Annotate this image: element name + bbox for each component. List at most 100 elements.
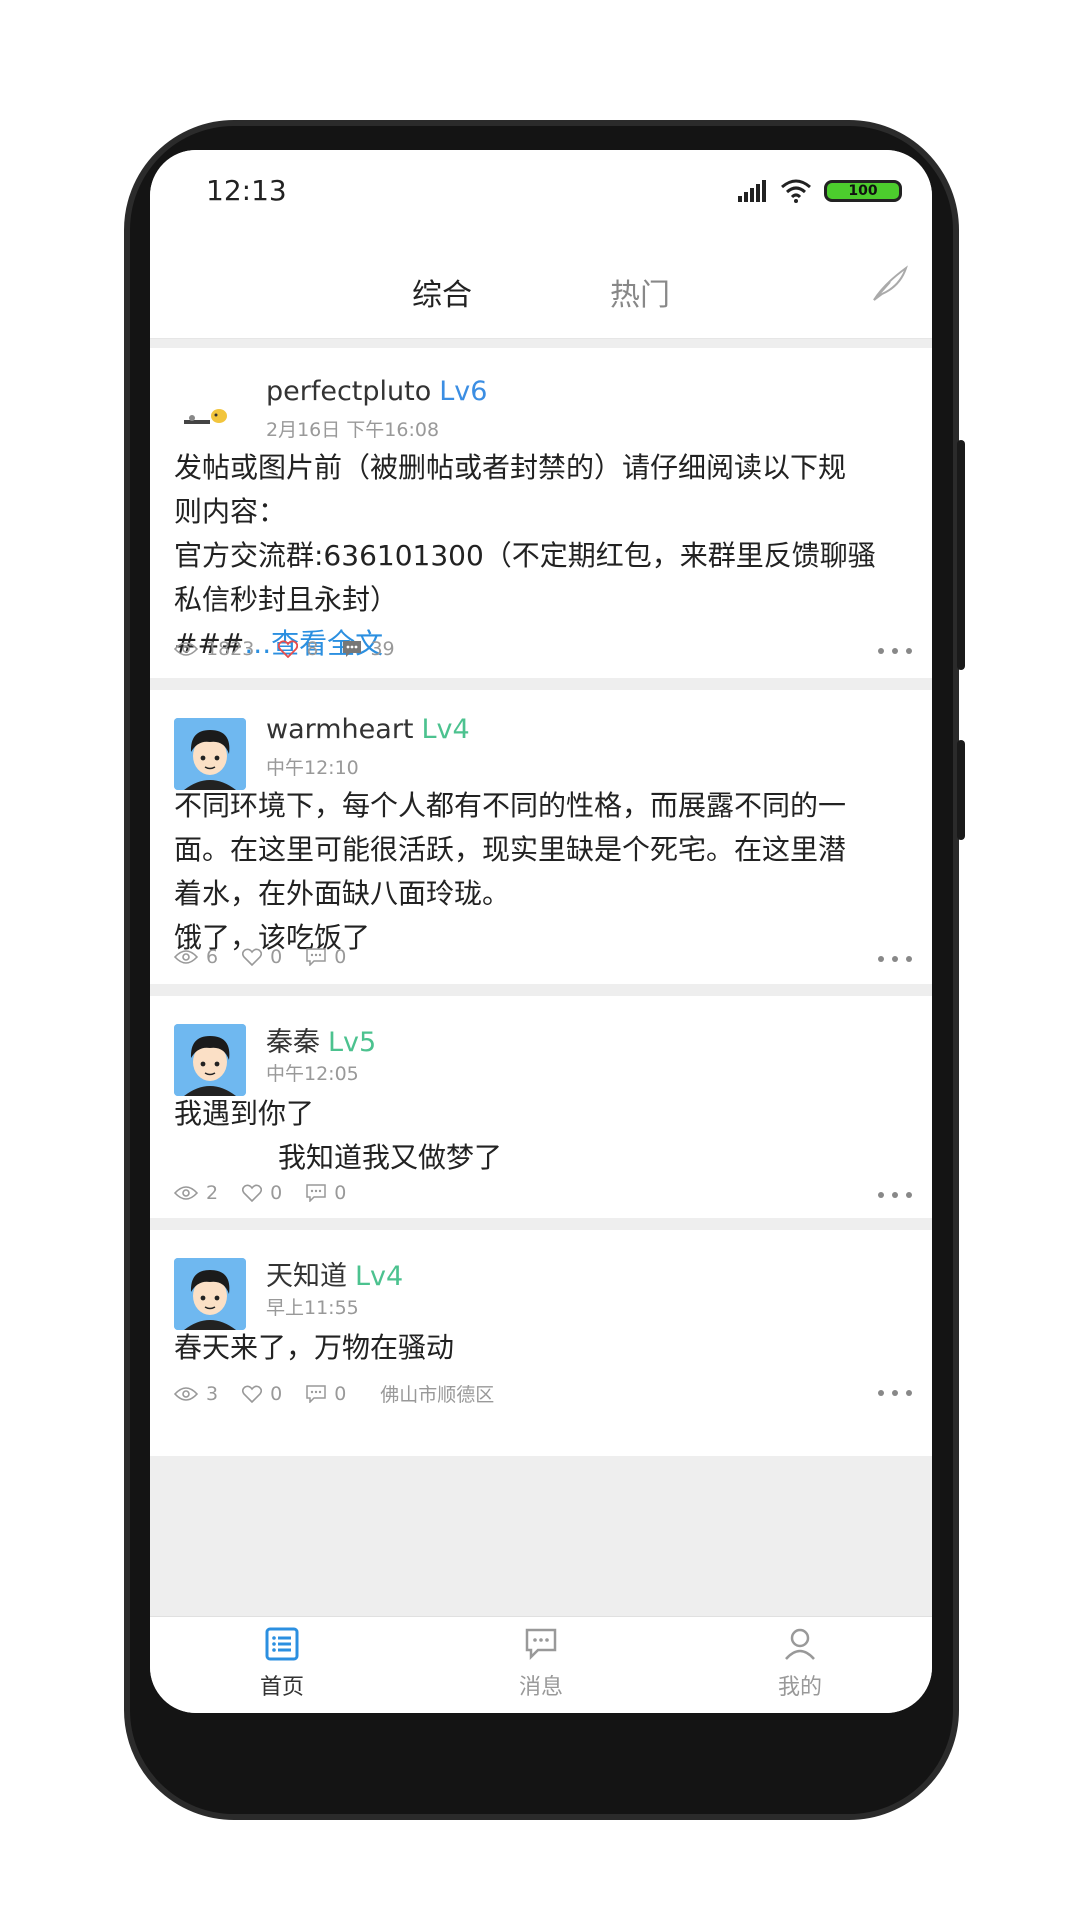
bottom-nav: 首页 消息 我的 [150,1616,932,1713]
more-options-icon[interactable] [878,1192,912,1198]
like-count[interactable]: 0 [242,1383,282,1405]
post-line: 我遇到你了 [174,1097,315,1130]
avatar[interactable] [174,1258,246,1330]
post-body[interactable]: 不同环境下，每个人都有不同的性格，而展露不同的一 面。在这里可能很活跃，现实里缺… [174,784,908,960]
heart-outline-icon [242,1385,263,1403]
avatar-cartoon-icon [184,409,227,424]
status-bar: 12:13 100 [150,150,932,230]
heart-icon [278,640,299,658]
post-author[interactable]: 秦秦 Lv5 [266,1020,376,1059]
nav-label: 首页 [259,1675,304,1700]
chat-icon [525,1628,557,1661]
view-count: 6 [174,946,218,968]
post-author[interactable]: perfectpluto Lv6 [266,376,487,407]
post-time: 早上11:55 [266,1297,359,1319]
comment-count-value: 0 [334,1182,347,1204]
battery-icon: 100 [824,180,902,202]
author-name: 秦秦 [266,1027,320,1058]
tab-hot[interactable]: 热门 [610,270,670,314]
view-count: 2 [174,1182,218,1204]
post-card[interactable]: warmheart Lv4 中午12:10 不同环境下，每个人都有不同的性格，而展… [150,690,932,984]
like-count[interactable]: 0 [242,946,282,968]
status-time: 12:13 [206,174,287,207]
view-count-value: 3 [206,1382,219,1405]
nav-messages[interactable]: 消息 [481,1627,601,1701]
post-stats: 6 0 0 [174,946,370,968]
wifi-icon [781,179,811,203]
person-icon [785,1628,815,1660]
view-count-value: 6 [206,946,219,968]
post-line: 着水，在外面缺八面玲珑。 [174,877,511,910]
nav-home[interactable]: 首页 [222,1627,342,1701]
more-options-icon[interactable] [878,1390,912,1396]
eye-icon [174,1386,198,1401]
volume-button [957,440,965,670]
comment-count-value: 0 [334,1382,347,1405]
avatar[interactable] [174,1024,246,1096]
avatar-boy-icon [174,1024,246,1096]
heart-outline-icon [242,1184,263,1202]
post-body[interactable]: 我遇到你了 我知道我又做梦了 [174,1092,908,1180]
like-count[interactable]: 0 [242,1182,282,1204]
like-count-value: 8 [306,638,319,660]
post-card[interactable]: 秦秦 Lv5 中午12:05 我遇到你了 我知道我又做梦了 2 0 0 [150,996,932,1218]
avatar-boy-icon [174,1258,246,1330]
view-count-value: 1823 [206,638,255,660]
post-time: 中午12:05 [266,1063,359,1085]
post-stats: 3 0 0 佛山市顺德区 [174,1380,494,1407]
author-level: Lv6 [439,376,488,407]
post-line: 私信秒封且永封） [174,583,399,616]
comment-count[interactable]: 39 [342,638,395,660]
post-card[interactable]: perfectpluto Lv6 2月16日 下午16:08 发帖或图片前（被删帖… [150,348,932,678]
more-options-icon[interactable] [878,648,912,654]
author-name: perfectpluto [266,376,432,407]
like-count-value: 0 [270,1182,283,1204]
more-options-icon[interactable] [878,956,912,962]
view-count: 1823 [174,638,254,660]
tab-general[interactable]: 综合 [412,270,472,314]
like-count[interactable]: 8 [278,638,318,660]
list-icon [265,1627,299,1661]
like-count-value: 0 [270,1382,283,1405]
author-name: 天知道 [266,1261,347,1292]
status-icons: 100 [738,176,902,206]
post-time: 2月16日 下午16:08 [266,419,440,441]
post-line: 发帖或图片前（被删帖或者封禁的）请仔细阅读以下规 [174,451,847,484]
eye-icon [174,950,198,964]
post-author[interactable]: warmheart Lv4 [266,714,470,745]
comment-count[interactable]: 0 [306,1182,346,1204]
author-level: Lv5 [328,1027,377,1058]
top-tabs: 综合 热门 [150,230,932,339]
post-line: 不同环境下，每个人都有不同的性格，而展露不同的一 [174,789,847,822]
avatar[interactable] [174,718,246,790]
post-line: 面。在这里可能很活跃，现实里缺是个死宅。在这里潜 [174,833,847,866]
quill-icon[interactable] [870,264,910,304]
avatar[interactable] [174,380,246,452]
author-level: Lv4 [421,714,470,745]
comment-count-value: 39 [370,638,395,660]
avatar-boy-icon [174,718,246,790]
view-count: 3 [174,1383,218,1405]
post-body[interactable]: 发帖或图片前（被删帖或者封禁的）请仔细阅读以下规 则内容： 官方交流群:6361… [174,446,908,666]
post-time: 中午12:10 [266,757,359,779]
post-card[interactable]: 天知道 Lv4 早上11:55 春天来了，万物在骚动 3 0 0 佛山市顺德区 [150,1230,932,1456]
signal-icon [738,180,766,202]
like-count-value: 0 [270,946,283,968]
comment-outline-icon [306,1184,326,1202]
post-body[interactable]: 春天来了，万物在骚动 [174,1326,908,1370]
post-line: 春天来了，万物在骚动 [174,1331,455,1364]
post-stats: 1823 8 39 [174,638,419,660]
power-button [957,740,965,840]
comment-count[interactable]: 0 [306,946,346,968]
comment-outline-icon [306,1384,326,1403]
eye-icon [174,1186,198,1200]
app-screen: 12:13 100 综合 热门 perfectpluto Lv6 2月16日 下… [150,150,932,1713]
post-line: 我知道我又做梦了 [278,1141,503,1174]
nav-profile[interactable]: 我的 [740,1627,860,1701]
comment-count[interactable]: 0 [306,1383,346,1405]
nav-label: 我的 [777,1675,822,1700]
comment-count-value: 0 [334,946,347,968]
nav-label: 消息 [518,1675,563,1700]
post-author[interactable]: 天知道 Lv4 [266,1254,403,1293]
author-name: warmheart [266,714,414,745]
